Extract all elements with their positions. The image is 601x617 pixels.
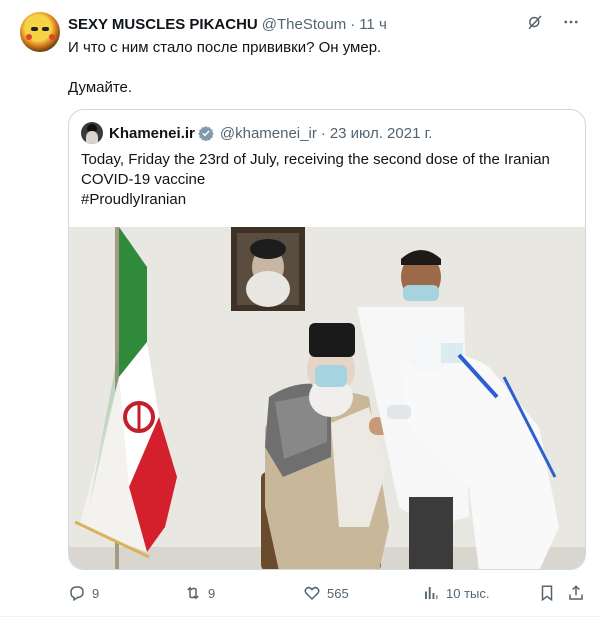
like-icon [304, 586, 320, 601]
quoted-text-line: Today, Friday the 23rd of July, receivin… [81, 151, 550, 168]
retweet-icon [187, 586, 199, 600]
bookmark-button[interactable] [538, 582, 556, 604]
pikachu-avatar-icon[interactable] [20, 12, 60, 52]
author-display-name[interactable]: SEXY MUSCLES PIKACHU [68, 16, 258, 33]
bookmark-icon [541, 585, 553, 602]
tweet-header: SEXY MUSCLES PIKACHU @TheStoum · 11 ч [68, 14, 581, 34]
reply-icon [70, 586, 84, 602]
retweet-button[interactable]: 9 [184, 582, 215, 604]
quoted-author-avatar[interactable] [81, 122, 103, 144]
quoted-text-hashtag[interactable]: #ProudlyIranian [81, 190, 576, 210]
header-actions [525, 12, 581, 32]
views-count: 10 тыс. [446, 585, 490, 601]
quoted-text-line: COVID-19 vaccine [81, 171, 206, 188]
more-icon[interactable] [561, 12, 581, 32]
share-button[interactable] [567, 582, 585, 604]
separator-dot: · [320, 124, 326, 142]
tweet-text-line: Думайте. [68, 79, 133, 96]
quoted-tweet-text: Today, Friday the 23rd of July, receivin… [81, 150, 576, 210]
quoted-author-name[interactable]: Khamenei.ir [109, 125, 195, 142]
tweet-actions-bar: 9 9 565 10 тыс. [68, 582, 588, 604]
reply-button[interactable]: 9 [68, 582, 99, 604]
grok-icon[interactable] [525, 12, 545, 32]
quoted-tweet-date[interactable]: 23 июл. 2021 г. [330, 125, 433, 142]
author-handle[interactable]: @TheStoum [262, 16, 346, 33]
quoted-tweet[interactable]: Khamenei.ir @khamenei_ir · 23 июл. 2021 … [68, 109, 586, 570]
quoted-author-handle[interactable]: @khamenei_ir [220, 125, 317, 142]
like-count: 565 [327, 585, 349, 601]
tweet-text-line: И что с ним стало после прививки? Он уме… [68, 39, 382, 56]
separator-dot: · [350, 15, 356, 33]
tweet-time[interactable]: 11 ч [359, 16, 387, 33]
vaccination-photo [69, 227, 585, 569]
verified-badge-icon [198, 126, 214, 141]
quoted-tweet-photo[interactable] [69, 227, 585, 569]
views-button[interactable]: 10 тыс. [422, 582, 489, 604]
share-icon [569, 585, 583, 600]
like-button[interactable]: 565 [303, 582, 349, 604]
tweet[interactable]: SEXY MUSCLES PIKACHU @TheStoum · 11 ч И … [0, 0, 601, 617]
wall-portrait [231, 227, 305, 311]
views-icon [425, 587, 438, 599]
reply-count: 9 [92, 585, 100, 601]
retweet-count: 9 [208, 585, 216, 601]
quoted-tweet-header: Khamenei.ir @khamenei_ir · 23 июл. 2021 … [81, 122, 432, 144]
